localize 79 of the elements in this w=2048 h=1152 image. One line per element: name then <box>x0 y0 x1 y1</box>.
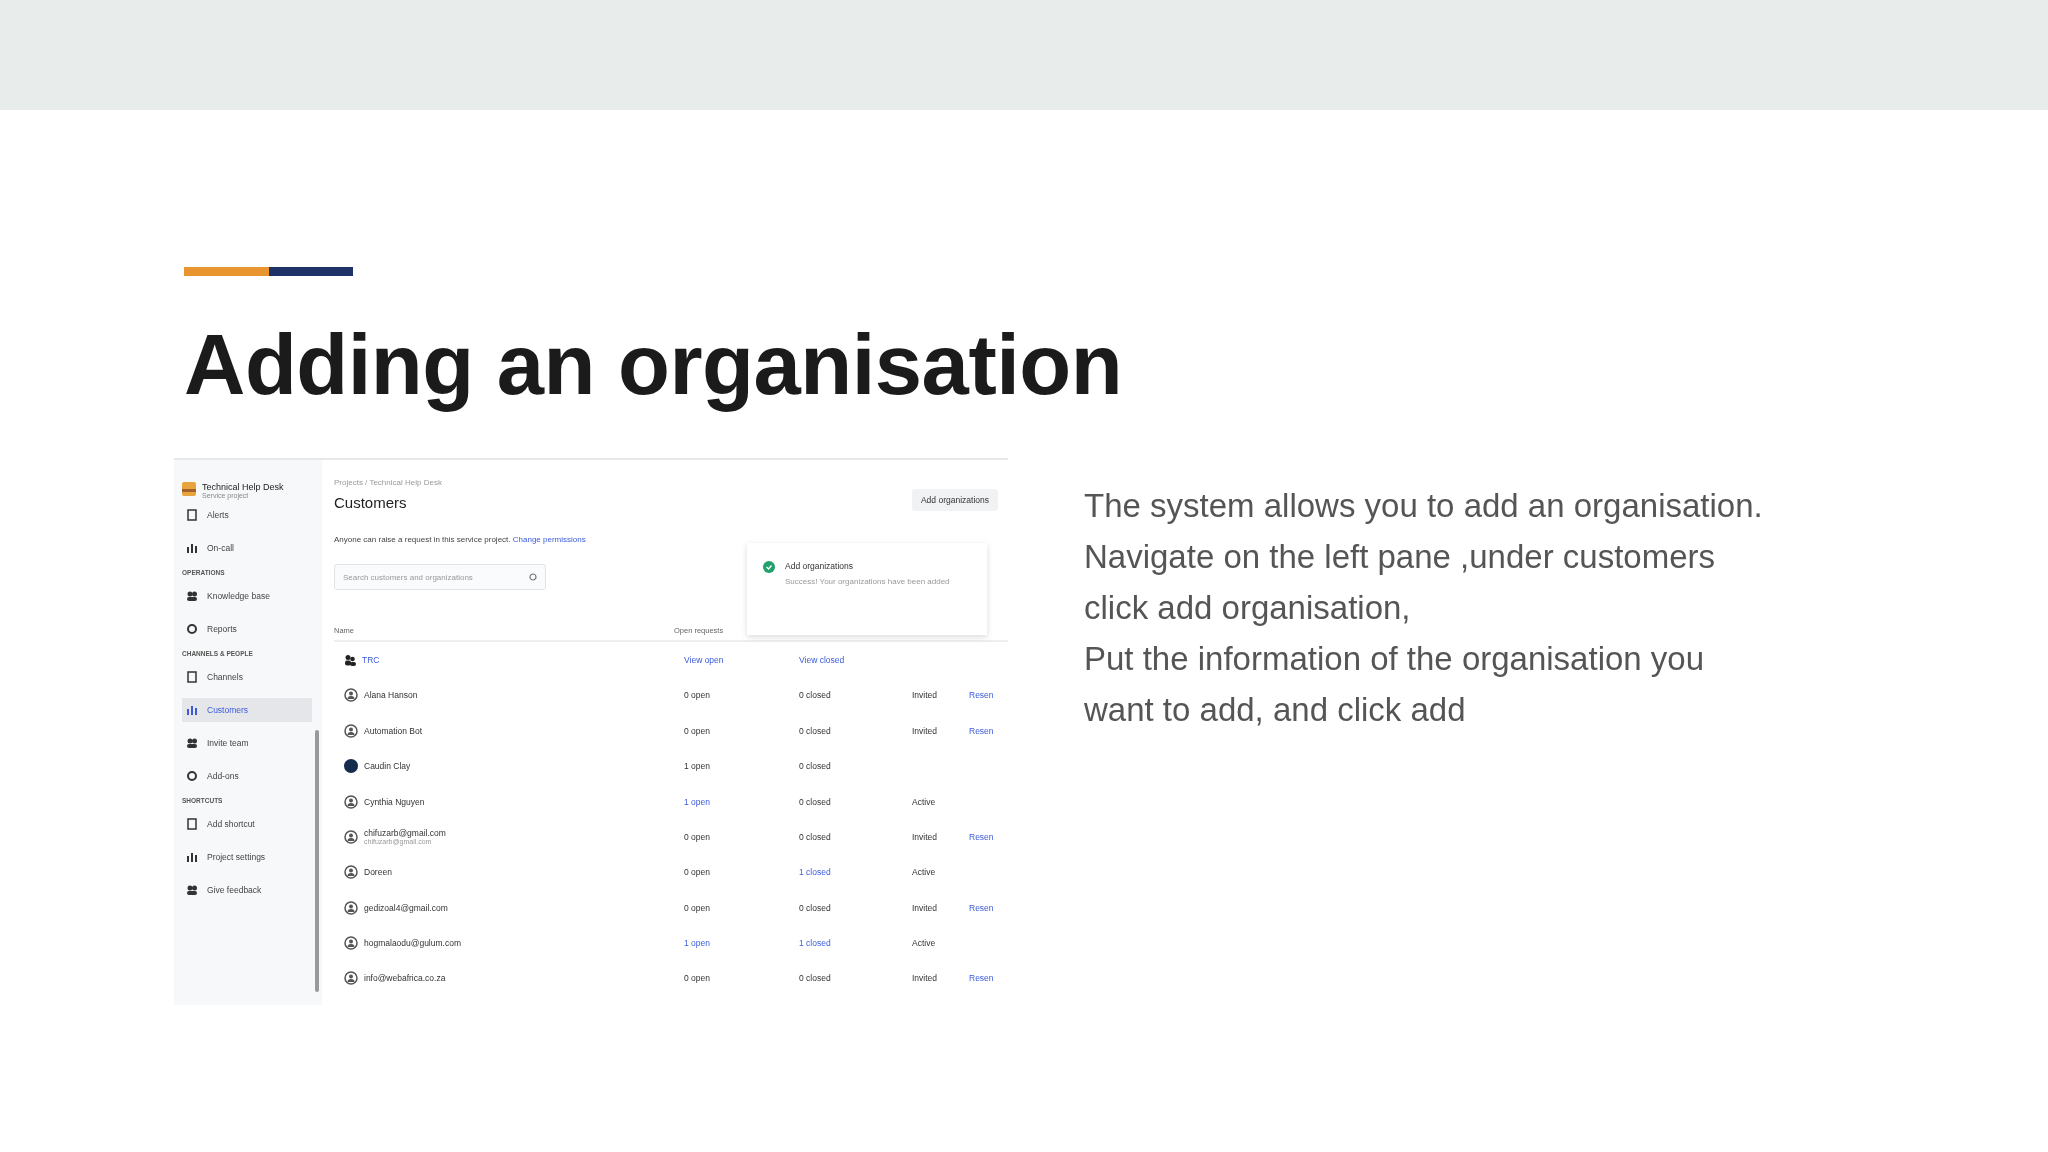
open-count: 1 open <box>684 761 711 772</box>
chart-icon <box>186 851 198 864</box>
page-heading: Customers <box>334 494 408 512</box>
resend-link[interactable]: Resen <box>969 973 994 984</box>
status-text: Invited <box>912 725 939 736</box>
customer-name: Automation Bot <box>364 725 423 736</box>
sidebar-item[interactable]: Channels <box>182 665 312 690</box>
sidebar-item[interactable]: Alerts <box>182 503 312 528</box>
chart-icon <box>186 542 198 555</box>
open-count: 0 open <box>684 690 711 701</box>
sidebar-item[interactable]: Project settings <box>182 845 312 870</box>
status-text: Active <box>912 938 937 949</box>
people-icon <box>344 653 356 666</box>
resend-link[interactable]: Resen <box>969 831 994 842</box>
closed-count: 0 closed <box>799 690 832 701</box>
view-open-link[interactable]: View open <box>684 654 799 665</box>
sidebar-item[interactable]: Customers <box>182 698 312 723</box>
status-text: Active <box>912 867 937 878</box>
document-icon <box>186 671 198 684</box>
document-icon <box>186 509 198 522</box>
customer-name: Doreen <box>364 867 392 878</box>
people-icon <box>186 737 198 750</box>
change-permissions-link[interactable]: Change permissions <box>512 535 586 545</box>
status-text: Active <box>912 796 937 807</box>
people-icon <box>186 590 198 603</box>
document-icon <box>186 818 198 831</box>
closed-count: 0 closed <box>799 761 832 772</box>
status-text: Invited <box>912 690 939 701</box>
status-text: Invited <box>912 902 939 913</box>
description-text: The system allows you to add an organisation. Navigate on the left pane ,under customers click add organisation, Put the information of the organisation you want to add, and click add <box>1084 486 1763 731</box>
sidebar-item[interactable]: Reports <box>182 617 312 642</box>
status-text: Invited <box>912 831 939 842</box>
open-requests-link[interactable]: 1 open <box>684 938 799 949</box>
customer-name: chifuzarb@gmail.com <box>364 828 446 839</box>
open-count: 0 open <box>684 973 711 984</box>
customer-name: Alana Hanson <box>364 690 418 701</box>
closed-requests-link[interactable]: 1 closed <box>799 867 912 878</box>
closed-count: 0 closed <box>799 902 832 913</box>
customer-name: info@webafrica.co.za <box>364 973 446 984</box>
open-count: 0 open <box>684 831 711 842</box>
open-requests-link[interactable]: 1 open <box>684 796 799 807</box>
popup-message: Success! Your organizations have been added <box>785 577 950 587</box>
closed-requests-link[interactable]: 1 closed <box>799 938 912 949</box>
check-icon <box>763 561 775 574</box>
customer-name: Caudin Clay <box>364 761 411 772</box>
view-closed-link[interactable]: View closed <box>799 654 912 665</box>
sidebar-item[interactable]: Give feedback <box>182 878 312 903</box>
resend-link[interactable]: Resen <box>969 902 994 913</box>
open-count: 0 open <box>684 725 711 736</box>
sidebar-item[interactable]: Invite team <box>182 731 312 756</box>
search-icon <box>529 573 538 583</box>
breadcrumb: Projects / Technical Help Desk <box>334 478 442 488</box>
people-icon <box>186 884 198 897</box>
status-text: Invited <box>912 973 939 984</box>
closed-count: 0 closed <box>799 831 832 842</box>
open-count: 0 open <box>684 902 711 913</box>
closed-count: 0 closed <box>799 973 832 984</box>
customer-name: hogmalaodu@gulum.com <box>364 938 461 949</box>
closed-count: 0 closed <box>799 725 832 736</box>
customer-name: gedizoal4@gmail.com <box>364 902 448 913</box>
project-icon <box>182 482 196 497</box>
project-name: Technical Help Desk <box>202 482 284 493</box>
customer-name: Cynthia Nguyen <box>364 796 425 807</box>
resend-link[interactable]: Resen <box>969 725 994 736</box>
resend-link[interactable]: Resen <box>969 690 994 701</box>
search-field[interactable]: Search customers and organizations <box>334 564 546 591</box>
chart-icon <box>186 704 198 717</box>
sidebar-item[interactable]: Add shortcut <box>182 812 312 837</box>
sidebar-item[interactable]: On-call <box>182 536 312 561</box>
open-count: 0 open <box>684 867 711 878</box>
notice-text: Anyone can raise a request in this service project. Change permissions <box>334 535 587 545</box>
closed-count: 0 closed <box>799 796 832 807</box>
popup-title: Add organizations <box>785 561 855 572</box>
scrollbar[interactable] <box>315 730 319 993</box>
slide-title: Adding an organisation <box>184 316 1124 414</box>
organization-link[interactable]: TRC <box>362 654 380 665</box>
add-organizations-button[interactable]: Add organizations <box>911 489 998 512</box>
sidebar-item[interactable]: Knowledge base <box>182 584 312 609</box>
sidebar-item[interactable]: Add-ons <box>182 764 312 789</box>
